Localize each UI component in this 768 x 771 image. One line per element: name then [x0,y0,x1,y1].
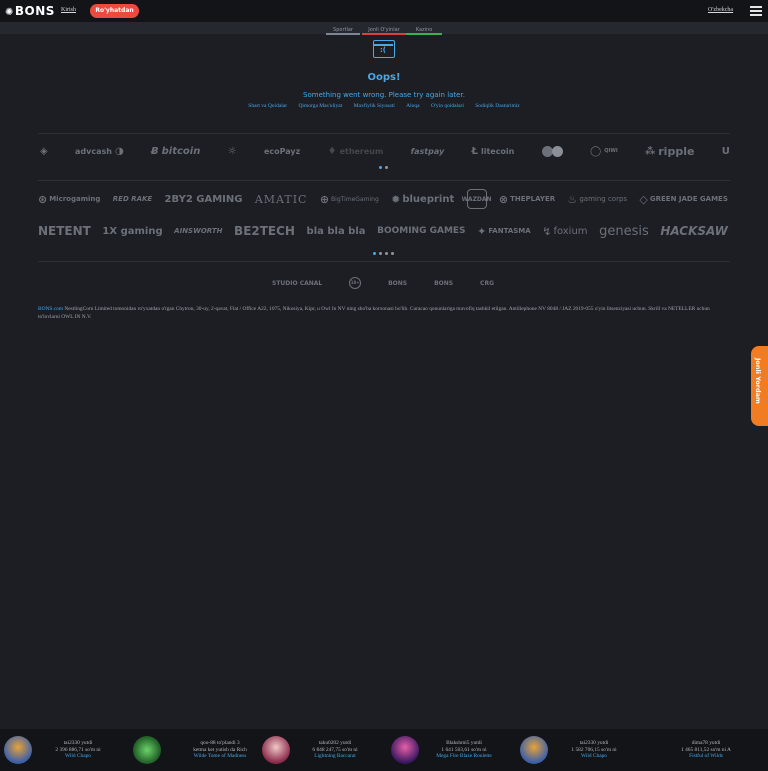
ripple-logo: ⁂ ripple [645,144,695,158]
redrake-logo: RED RAKE [112,195,153,203]
game-thumbnail [133,736,161,764]
tab-live-games[interactable]: Jonli O'yinlar [362,27,406,35]
ecopayz-logo: ecoPayz [263,146,301,156]
error-window-icon: :( [373,40,395,58]
twobytwo-logo: 2BY2 GAMING [164,193,243,205]
theplayer-logo: ⊗ THEPLAYER [498,192,556,206]
providers-row-2: NETENT 1X gaming AINSWORTH BE2TECH bla b… [38,220,728,242]
star-icon: ✺ [5,7,14,18]
providers-pager [373,252,394,255]
logo[interactable]: ✺BONS [5,4,55,18]
unlimint-logo: U [721,145,730,157]
payments-pager [379,166,388,169]
certification-logos: STUDIO CANAL 18+ BONS BONS CRG [272,276,494,290]
amatic-logo: AMATIC [254,192,308,206]
category-nav: Sportlar Jonli O'yinlar Kazino [0,22,768,35]
crg-badge-icon: CRG [480,279,494,287]
fantasma-logo: ✦ FANTASMA [477,224,531,238]
live-help-button[interactable]: Jonli Yordam [751,346,768,426]
register-button[interactable]: Ro'yhatdan [90,4,139,18]
link-responsible-gambling[interactable]: Qimorga Mas'uliyat [298,103,342,109]
legal-notice: BONS.com NestlingCorn Limited tomonidan … [38,306,710,320]
divider [38,133,730,134]
studio-canal-logo: STUDIO CANAL [272,279,323,287]
link-terms[interactable]: Shart va Qoidalar [248,103,287,109]
ethereum-logo: ♦ ethereum [327,145,384,157]
tab-sports[interactable]: Sportlar [326,27,360,35]
wazdan-logo: WAZDAN [462,189,492,209]
link-game-rules[interactable]: O'yin qoidalari [431,103,464,109]
divider [38,261,730,262]
pager-dot[interactable] [373,252,376,255]
divider [38,180,730,181]
binance-logo: ◈ [40,145,48,157]
tab-casino[interactable]: Kazino [406,27,442,35]
language-selector[interactable]: O'zbekcha [708,7,733,13]
providers-row-1: ⊛ Microgaming RED RAKE 2BY2 GAMING AMATIC… [38,188,728,210]
winners-ticker: tai2330 yutdi 2 396 886,71 so'm ni Wild Ch… [0,729,768,771]
mastercard-logo [541,145,563,157]
blabla-logo: bla bla bla [306,225,366,237]
pager-dot[interactable] [379,166,382,169]
microgaming-logo: ⊛ Microgaming [38,192,101,206]
fastpay-logo: fastpay [410,146,445,156]
advcash-logo: advcash ◑ [75,145,124,157]
pager-dot[interactable] [391,252,394,255]
genesis-logo: genesis [599,223,649,239]
brand-link[interactable]: BONS.com [38,306,63,312]
gamingcorps-logo: ♨ gaming corps [567,192,628,206]
hacksaw-logo: HACKSAW [660,224,728,238]
ainsworth-logo: AINSWORTH [174,227,223,235]
litecoin-logo: Łlitecoin [471,145,515,157]
blueprint-logo: ✹ blueprint [391,192,455,206]
top-bar: ✺BONS Kirish Ro'yhatdan O'zbekcha [0,0,768,22]
hamburger-menu-icon[interactable] [750,6,762,16]
link-contact[interactable]: Aloqa [406,103,419,109]
login-link[interactable]: Kirish [61,7,76,13]
link-loyalty[interactable]: Sodiqlik Dasturimiz [475,103,519,109]
qiwi-logo: ◯ QIWI [590,145,618,157]
error-message: Something went wrong. Please try again l… [303,91,465,99]
link-privacy[interactable]: Maxfiylik Siyosati [354,103,395,109]
error-title: Oops! [367,72,401,83]
onexgaming-logo: 1X gaming [102,225,163,237]
bitcoin-logo: Ƀbitcoin [151,145,201,157]
netent-logo: NETENT [38,224,91,238]
footer-links: Shart va Qoidalar Qimorga Mas'uliyat Max… [0,103,768,109]
pager-dot[interactable] [379,252,382,255]
pager-dot[interactable] [385,166,388,169]
age-restriction-icon: 18+ [349,277,362,289]
booming-logo: BOOMING GAMES [377,226,466,236]
betatech-logo: BE2TECH [234,224,295,238]
foxium-logo: ↯ foxium [542,224,588,238]
pager-dot[interactable] [385,252,388,255]
bons-marketing-logo: BONS [434,279,454,287]
bigtime-logo: ⊕ BigTimeGaming [319,192,379,206]
tether-logo: ☼ [227,145,237,157]
payment-methods: ◈ advcash ◑ Ƀbitcoin ☼ ecoPayz ♦ ethereum … [40,140,730,162]
greenjade-logo: ◇ GREEN JADE GAMES [639,192,728,206]
bons-partners-logo: BONS [388,279,408,287]
